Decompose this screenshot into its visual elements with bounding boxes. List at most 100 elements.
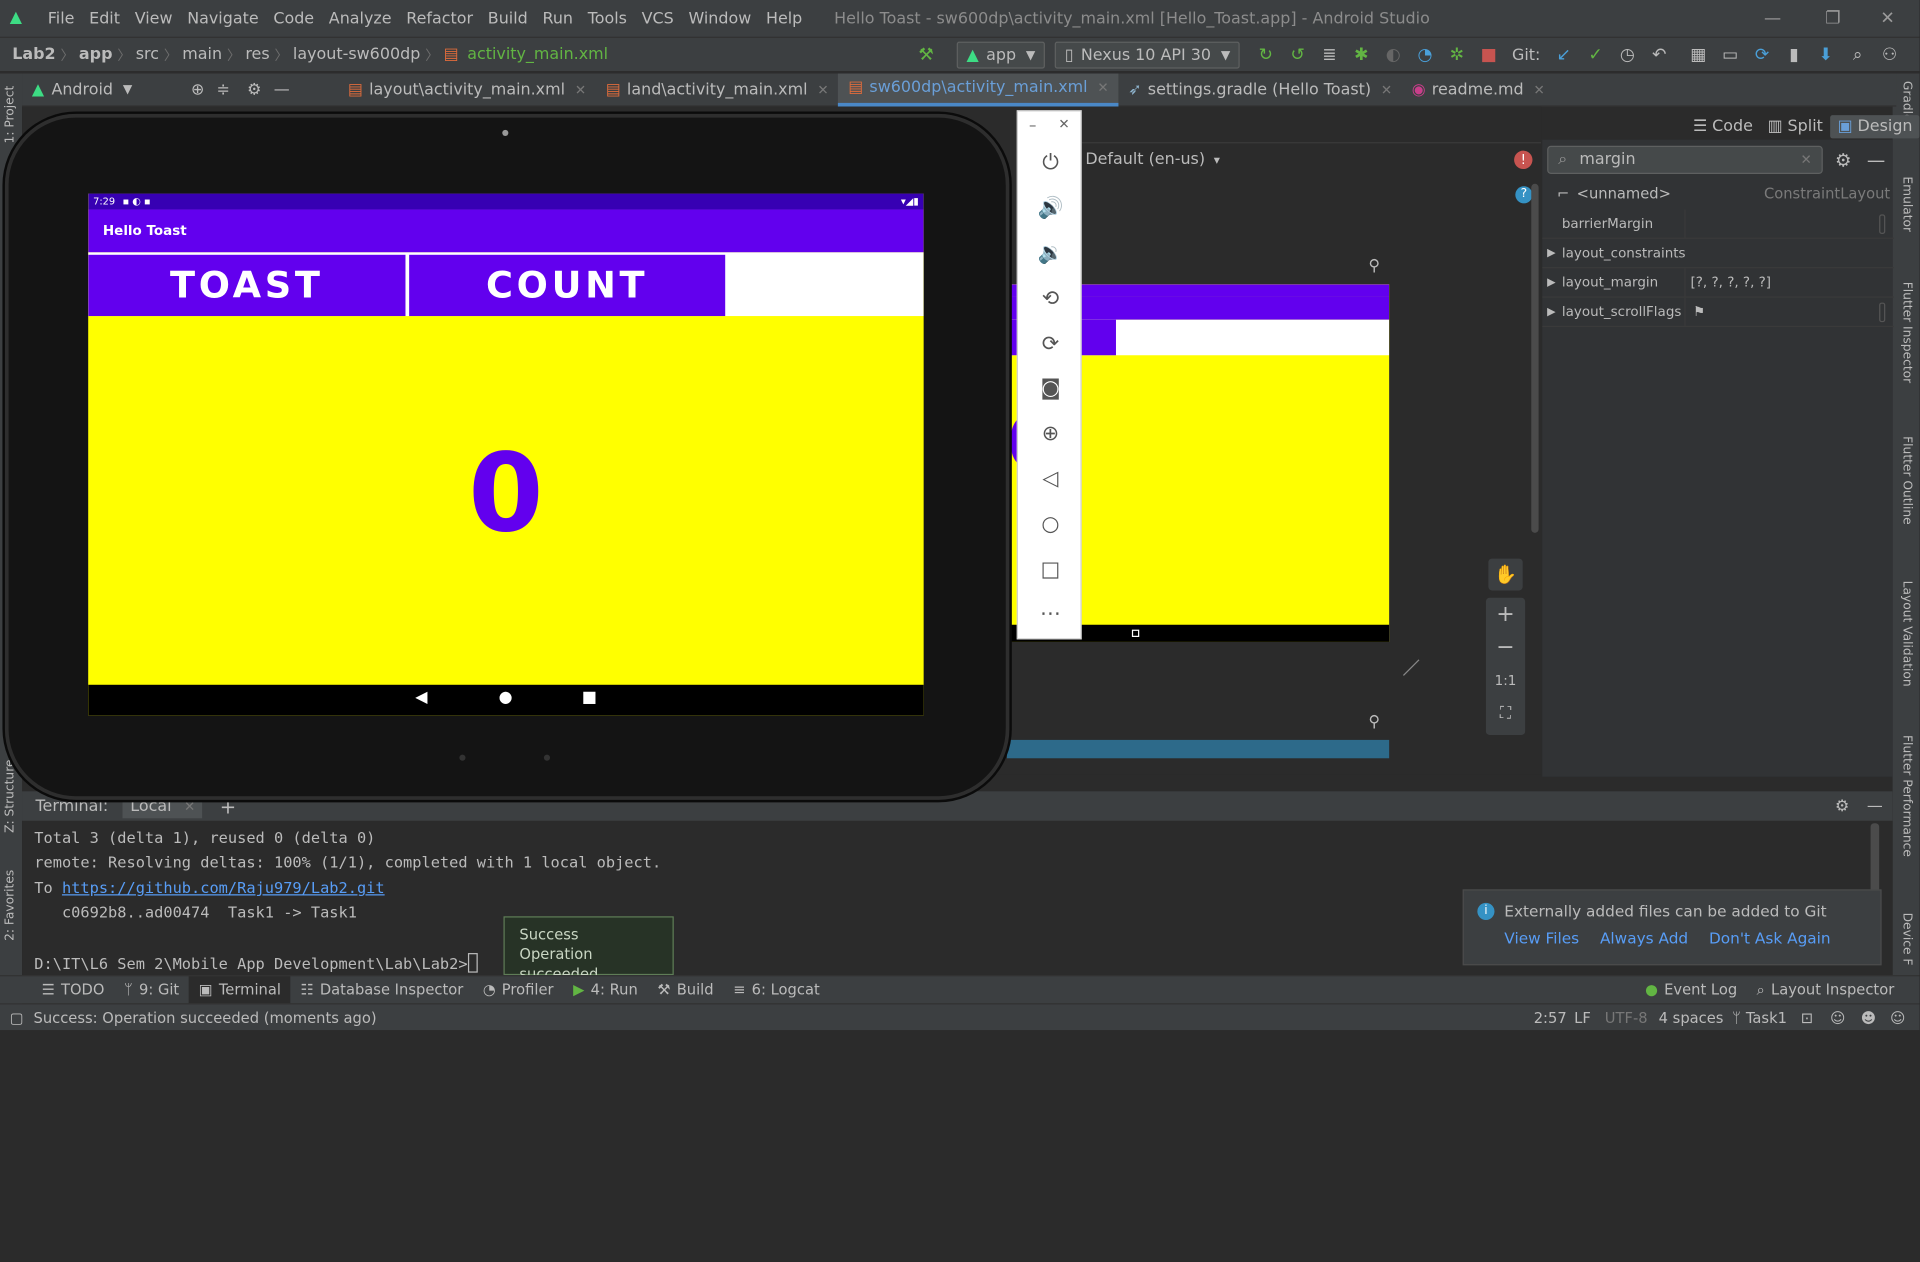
project-tool-button[interactable]: 1: Project [4,86,17,144]
flutter-outline-tool-button[interactable]: Flutter Outline [1900,436,1913,525]
file-encoding[interactable]: UTF-8 [1605,1009,1648,1026]
dont-ask-again-link[interactable]: Don't Ask Again [1709,929,1831,947]
attribute-row[interactable]: ▶ layout_scrollFlags ⚑ [1542,297,1894,328]
menu-navigate[interactable]: Navigate [180,9,266,27]
pan-icon[interactable]: ✋ [1488,558,1523,591]
design-view-button[interactable]: ▣ Design [1830,115,1920,139]
database-inspector-tool-button[interactable]: ☷ Database Inspector [291,976,473,1004]
camera-icon[interactable]: ◙ [1018,366,1083,410]
apply-changes-restart-icon[interactable]: ↻ [1250,45,1282,65]
attribute-field[interactable] [1879,302,1886,323]
rotate-left-icon[interactable]: ⟲ [1018,277,1083,321]
emulator-close-icon[interactable]: ✕ [1058,116,1069,132]
attribute-value[interactable]: [?, ?, ?, ?, ?] [1691,274,1772,290]
close-tab-icon[interactable]: ✕ [817,81,828,97]
profile-icon[interactable]: ◔ [1409,45,1441,65]
logcat-tool-button[interactable]: ≡ 6: Logcat [723,976,829,1004]
structure-tool-button[interactable]: Z: Structure [4,760,17,833]
device-file-explorer-tool-button[interactable]: Device F [1900,913,1913,966]
coverage-icon[interactable]: ◐ [1377,45,1409,65]
profiler-tool-button[interactable]: ◔ Profiler [473,976,563,1004]
hammer-icon[interactable]: ⚒ [910,45,942,65]
build-tool-button[interactable]: ⚒ Build [648,976,724,1004]
device-select[interactable]: ▯ Nexus 10 API 30 ▼ [1054,41,1241,69]
menu-help[interactable]: Help [759,9,810,27]
volume-up-icon[interactable]: 🔊 [1018,186,1083,230]
clear-search-icon[interactable]: ✕ [1800,152,1811,168]
attribute-search-input[interactable]: ⌕ margin ✕ [1547,145,1823,174]
expand-icon[interactable]: ▶ [1547,276,1555,288]
device-manager-icon[interactable]: ▮ [1778,45,1810,65]
feedback-icon[interactable]: ☻ [1861,1009,1876,1026]
flutter-inspector-tool-button[interactable]: Flutter Inspector [1900,282,1913,383]
emulator-minimize-icon[interactable]: – [1029,116,1036,133]
lock-icon[interactable]: ⊡ [1801,1009,1813,1026]
menu-edit[interactable]: Edit [82,9,128,27]
project-view-selector[interactable]: ▲ Android ▼ ⊕ ≑ ⚙ — [22,73,338,106]
close-tab-icon[interactable]: ✕ [1533,81,1544,97]
rotate-right-icon[interactable]: ⟳ [1018,322,1083,366]
close-tab-icon[interactable]: ✕ [1381,81,1392,97]
attach-debugger-icon[interactable]: ✲ [1441,45,1473,65]
zoom-actual-size[interactable]: 1:1 [1486,664,1525,697]
expand-icon[interactable]: ▶ [1547,247,1555,259]
run-config-select[interactable]: ▲ app ▼ [956,41,1046,69]
expand-icon[interactable]: ▶ [1547,306,1555,318]
menu-tools[interactable]: Tools [580,9,634,27]
sync-gradle-icon[interactable]: ⟳ [1746,45,1778,65]
split-view-button[interactable]: ▥ Split [1760,115,1830,138]
notifications-icon[interactable]: ☺ [1890,1009,1905,1026]
overview-icon[interactable]: □ [1018,548,1083,592]
line-separator[interactable]: LF [1574,1009,1591,1026]
hide-panel-icon[interactable]: — [1867,149,1885,171]
inspector-face-icon[interactable]: ☺ [1830,1009,1845,1026]
menu-refactor[interactable]: Refactor [399,9,481,27]
gear-icon[interactable]: ⚙ [1835,797,1849,815]
tab-layout-activity-main[interactable]: ▤ layout\activity_main.xml ✕ [338,73,596,106]
minimize-button[interactable]: — [1764,0,1781,37]
menu-view[interactable]: View [127,9,180,27]
gear-icon[interactable]: ⚙ [1835,149,1851,171]
git-commit-icon[interactable]: ✓ [1580,45,1612,65]
vertical-scrollbar[interactable] [1531,183,1539,533]
breadcrumb-src[interactable]: src [131,45,164,63]
flag-icon[interactable]: ⚑ [1693,304,1705,320]
breadcrumb-file[interactable]: activity_main.xml [462,45,613,63]
run-tests-icon[interactable]: ≣ [1314,45,1346,65]
git-rollback-icon[interactable]: ↶ [1643,45,1675,65]
close-tab-icon[interactable]: ✕ [184,798,195,814]
nav-home-icon[interactable]: ● [499,688,513,706]
git-update-icon[interactable]: ↙ [1548,45,1580,65]
apply-code-changes-icon[interactable]: ↺ [1282,45,1314,65]
zoom-in-icon[interactable]: + [1486,598,1525,631]
sdk-manager-icon[interactable]: ⬇ [1810,45,1842,65]
locale-select[interactable]: Default (en-us) ▾ [1085,151,1220,169]
toast-button[interactable]: TOAST [88,254,406,317]
code-view-button[interactable]: ☰ Code [1686,115,1761,138]
attribute-row[interactable]: ▶ layout_constraints [1542,239,1894,269]
volume-down-icon[interactable]: 🔉 [1018,232,1083,276]
locate-icon[interactable]: ⊕ [191,80,204,98]
gear-icon[interactable]: ⚙ [247,80,261,98]
flutter-performance-tool-button[interactable]: Flutter Performance [1900,735,1913,857]
collapse-icon[interactable]: ≑ [217,80,230,98]
search-everywhere-icon[interactable]: ⌕ [1842,45,1874,65]
breadcrumb-module[interactable]: app [74,45,117,63]
terminal-prompt[interactable]: D:\IT\L6 Sem 2\Mobile App Development\La… [34,953,478,973]
attribute-row[interactable]: barrierMargin [1542,209,1894,239]
nav-recents-icon[interactable]: ■ [582,688,597,706]
blueprint-preview[interactable] [1006,739,1390,759]
power-icon[interactable]: ⏻ [1018,141,1083,185]
view-files-link[interactable]: View Files [1504,929,1579,947]
zoom-out-icon[interactable]: − [1486,631,1525,664]
indent-setting[interactable]: 4 spaces [1659,1009,1724,1026]
todo-tool-button[interactable]: ☰ TODO [32,976,114,1004]
back-icon[interactable]: ◁ [1018,457,1083,501]
project-structure-icon[interactable]: ▦ [1682,45,1714,65]
zoom-icon[interactable]: ⊕ [1018,412,1083,456]
close-window-button[interactable]: ✕ [1880,0,1894,37]
git-tool-button[interactable]: ᛘ 9: Git [114,976,189,1004]
hide-icon[interactable]: — [274,80,290,98]
error-icon[interactable]: ! [1514,150,1533,170]
caret-position[interactable]: 2:57 [1534,1009,1567,1026]
